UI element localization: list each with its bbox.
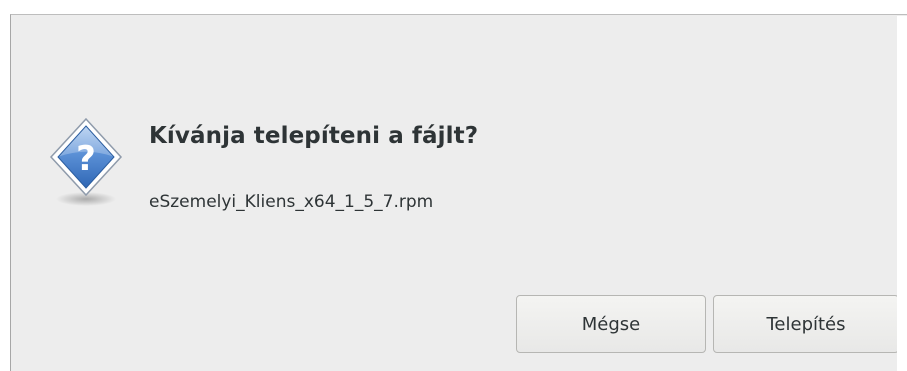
svg-text:?: ? xyxy=(76,139,96,179)
install-dialog: ? Kívánja telepíteni a fájlt? eSzemelyi_… xyxy=(10,14,907,371)
window-edge xyxy=(897,16,907,371)
dialog-title: Kívánja telepíteni a fájlt? xyxy=(149,123,479,149)
install-button[interactable]: Telepítés xyxy=(713,295,899,353)
question-icon: ? xyxy=(49,117,123,206)
cancel-button[interactable]: Mégse xyxy=(516,295,706,353)
file-name: eSzemelyi_Kliens_x64_1_5_7.rpm xyxy=(149,192,434,212)
